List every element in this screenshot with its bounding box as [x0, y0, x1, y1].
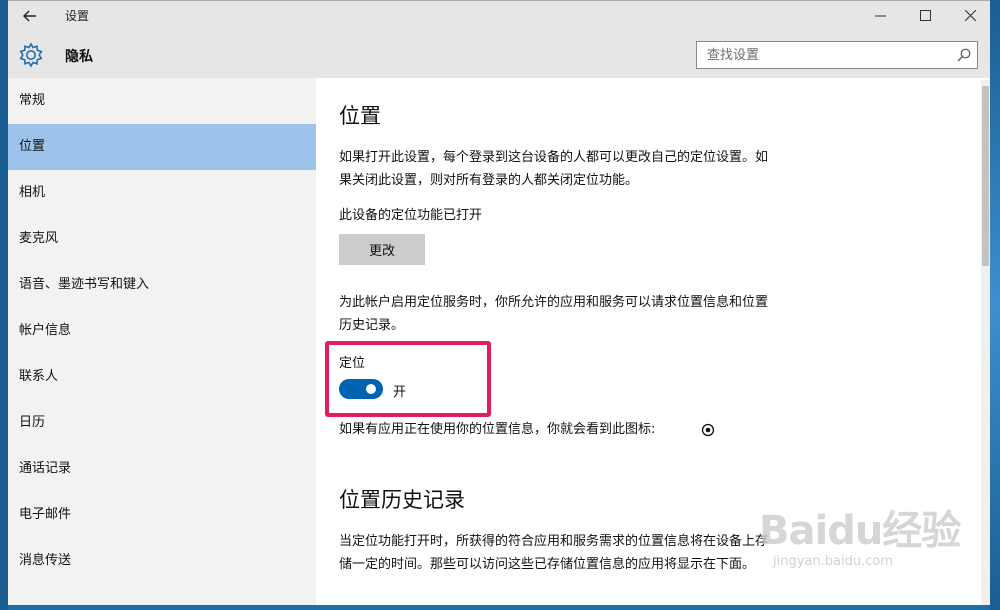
location-history-heading: 位置历史记录 [339, 488, 465, 512]
sidebar-item-call-history[interactable]: 通话记录 [8, 446, 316, 492]
search-box[interactable] [696, 41, 978, 69]
page-title: 隐私 [65, 49, 93, 65]
sidebar-item-email[interactable]: 电子邮件 [8, 492, 316, 538]
search-icon[interactable] [957, 48, 971, 62]
sidebar: 常规 位置 相机 麦克风 语音、墨迹书写和键入 帐户信息 联系人 日历 通话记录… [8, 78, 316, 605]
sidebar-item-general[interactable]: 常规 [8, 78, 316, 124]
window-title: 设置 [65, 9, 90, 23]
close-icon [965, 10, 976, 21]
watermark: Baidu经验 jingyan.baidu.com [759, 498, 961, 569]
sidebar-item-calendar[interactable]: 日历 [8, 400, 316, 446]
maximize-button[interactable] [903, 1, 949, 31]
main-content: 位置 如果打开此设置，每个登录到这台设备的人都可以更改自己的定位设置。如果关闭此… [316, 78, 990, 605]
gear-icon [19, 42, 43, 68]
sidebar-item-speech-inking-typing[interactable]: 语音、墨迹书写和键入 [8, 262, 316, 308]
sidebar-item-microphone[interactable]: 麦克风 [8, 216, 316, 262]
desktop-background-left [0, 0, 8, 610]
search-input[interactable] [697, 42, 957, 68]
settings-window: 设置 隐私 常规 位置 相机 麦克风 语 [8, 0, 990, 605]
sidebar-item-location[interactable]: 位置 [8, 124, 316, 170]
back-button[interactable] [18, 5, 42, 27]
back-arrow-icon [23, 10, 36, 22]
settings-header: 隐私 [8, 31, 990, 78]
scrollbar[interactable] [981, 80, 990, 605]
toggle-knob [366, 384, 376, 394]
desktop-background-right [990, 0, 1000, 610]
device-location-status: 此设备的定位功能已打开 [339, 208, 483, 223]
sidebar-item-account-info[interactable]: 帐户信息 [8, 308, 316, 354]
close-button[interactable] [948, 1, 990, 31]
location-toggle[interactable] [339, 379, 383, 399]
scrollbar-thumb[interactable] [982, 86, 989, 266]
change-button[interactable]: 更改 [339, 234, 425, 265]
location-history-desc: 当定位功能打开时，所获得的符合应用和服务需求的位置信息将在设备上存储一定的时间。… [339, 534, 769, 572]
location-toggle-label: 定位 [339, 356, 366, 371]
location-heading: 位置 [339, 104, 381, 128]
watermark-logo: Baidu经验 [759, 508, 961, 554]
sidebar-item-camera[interactable]: 相机 [8, 170, 316, 216]
location-icon-note: 如果有应用正在使用你的位置信息，你就会看到此图标: [339, 422, 656, 437]
watermark-url: jingyan.baidu.com [773, 554, 893, 569]
maximize-icon [920, 10, 931, 21]
account-location-desc: 为此帐户启用定位服务时，你所允许的应用和服务可以请求位置信息和位置历史记录。 [339, 295, 769, 333]
sidebar-item-messaging[interactable]: 消息传送 [8, 538, 316, 584]
location-intro-text: 如果打开此设置，每个登录到这台设备的人都可以更改自己的定位设置。如果关闭此设置，… [339, 150, 769, 188]
minimize-button[interactable] [858, 1, 904, 31]
location-in-use-icon [701, 423, 715, 437]
title-bar: 设置 [8, 1, 990, 31]
sidebar-item-contacts[interactable]: 联系人 [8, 354, 316, 400]
toggle-state-label: 开 [393, 385, 407, 400]
minimize-icon [875, 15, 886, 17]
